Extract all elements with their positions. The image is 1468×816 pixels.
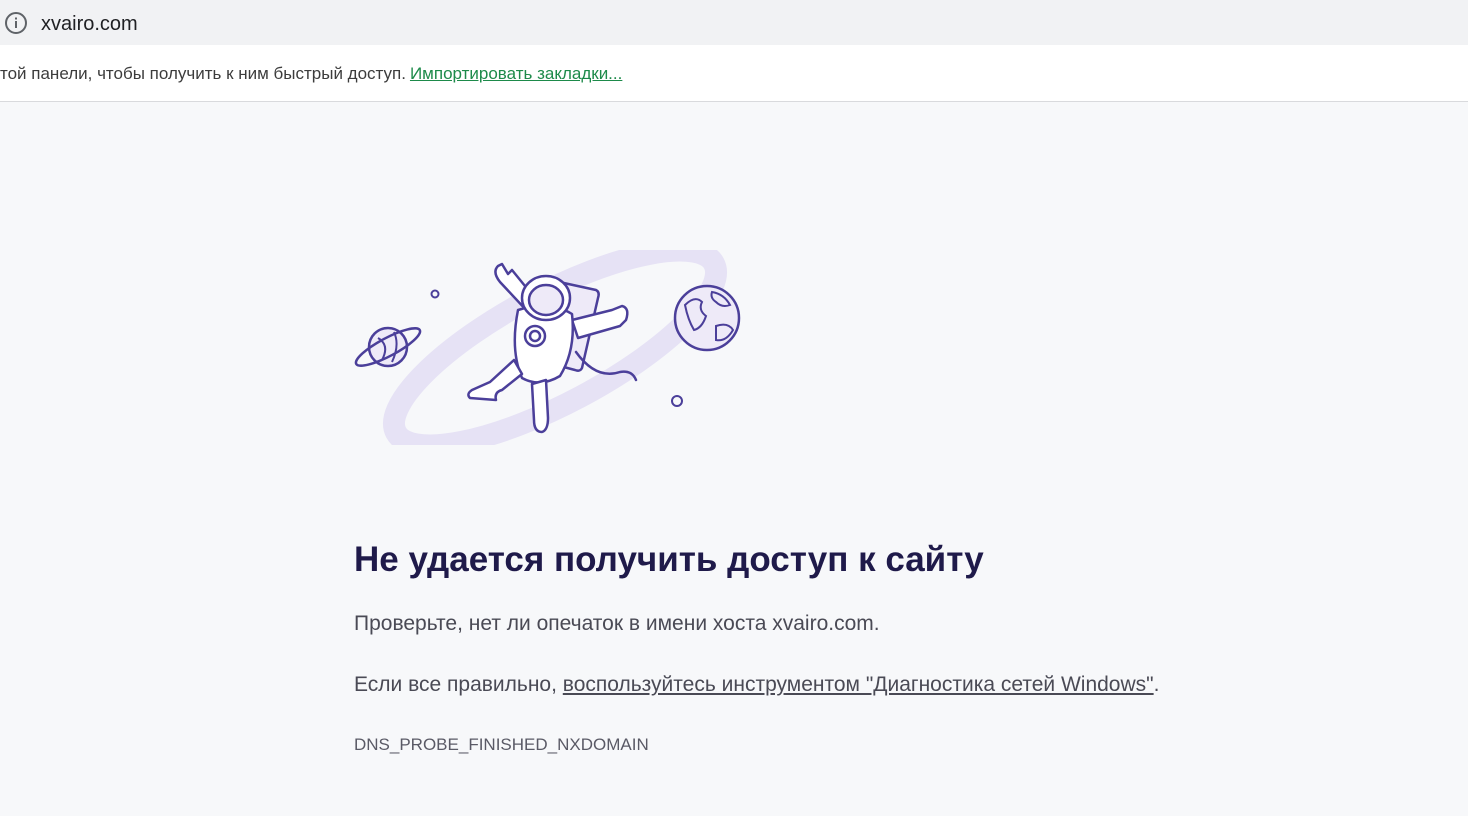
network-diagnostics-link[interactable]: воспользуйтесь инструментом "Диагностика… bbox=[563, 673, 1154, 696]
diagnostics-suffix: . bbox=[1153, 673, 1160, 696]
import-bookmarks-link[interactable]: Импортировать закладки... bbox=[410, 64, 622, 83]
bookmarks-bar-message: той панели, чтобы получить к ним быстрый… bbox=[0, 63, 622, 85]
bookmarks-bar: той панели, чтобы получить к ним быстрый… bbox=[0, 45, 1468, 102]
address-bar[interactable]: xvairo.com bbox=[0, 0, 1468, 45]
star-dot bbox=[430, 289, 440, 299]
earth-globe-icon bbox=[673, 284, 741, 352]
bookmarks-bar-text: той панели, чтобы получить к ним быстрый… bbox=[0, 64, 406, 83]
error-title: Не удается получить доступ к сайту bbox=[354, 540, 984, 579]
error-message: Проверьте, нет ли опечаток в имени хоста… bbox=[354, 612, 880, 635]
astronaut-illustration bbox=[354, 250, 741, 445]
star-dot bbox=[671, 395, 683, 407]
ringed-planet-icon bbox=[354, 326, 422, 368]
info-circle-icon[interactable] bbox=[4, 11, 28, 35]
url-text[interactable]: xvairo.com bbox=[41, 11, 138, 37]
diagnostics-suggestion: Если все правильно, воспользуйтесь инстр… bbox=[354, 671, 1159, 699]
diagnostics-prefix: Если все правильно, bbox=[354, 673, 563, 696]
error-code: DNS_PROBE_FINISHED_NXDOMAIN bbox=[354, 735, 649, 754]
